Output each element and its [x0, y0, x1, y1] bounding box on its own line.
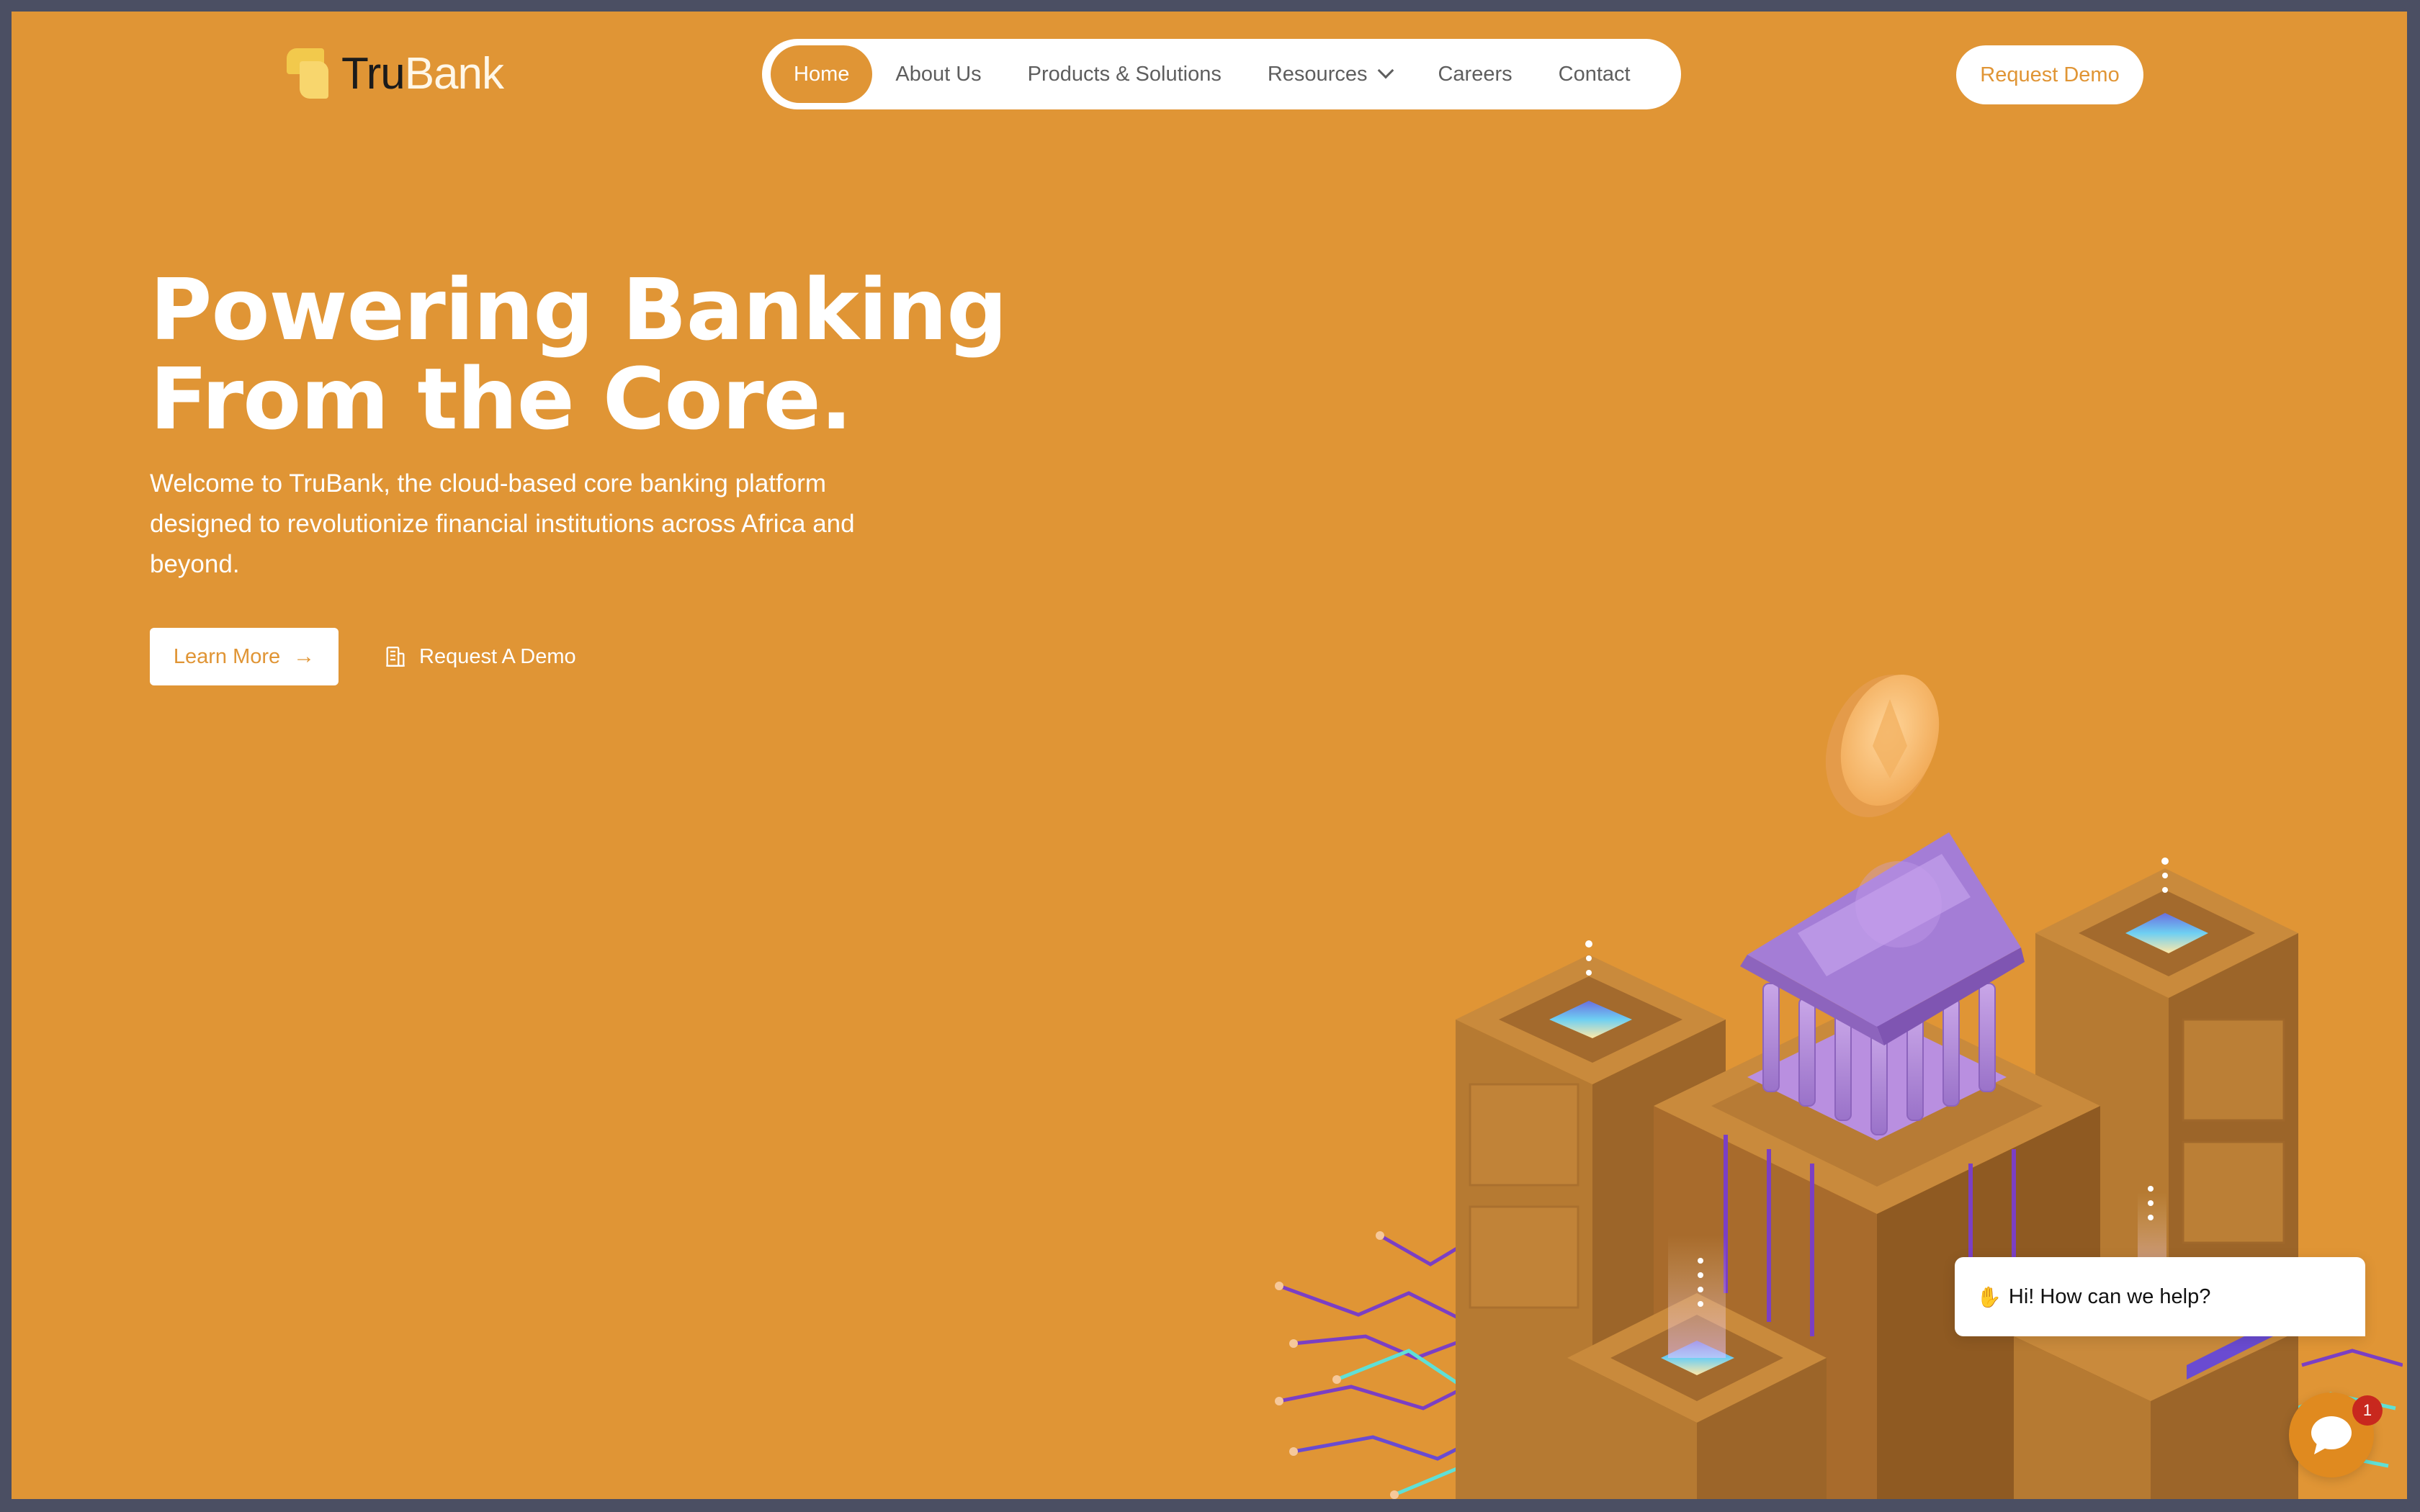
logo-text: TruBank: [341, 48, 504, 99]
nav-home[interactable]: Home: [771, 45, 873, 103]
chevron-down-icon: [1378, 62, 1394, 79]
nav-contact[interactable]: Contact: [1536, 45, 1654, 103]
logo-mark-icon: [287, 48, 334, 99]
chat-unread-badge: 1: [2352, 1395, 2383, 1426]
request-a-demo-link[interactable]: Request A Demo: [383, 628, 576, 685]
nav-products-solutions[interactable]: Products & Solutions: [1005, 45, 1245, 103]
nav-resources-label: Resources: [1267, 62, 1368, 86]
logo-text-tru: Tru: [341, 48, 405, 99]
learn-more-button[interactable]: Learn More →: [150, 628, 339, 685]
hero-subtitle: Welcome to TruBank, the cloud-based core…: [150, 469, 855, 578]
nav-about-us[interactable]: About Us: [872, 45, 1004, 103]
main-nav: Home About Us Products & Solutions Resou…: [762, 39, 1681, 109]
chat-greeting-bubble[interactable]: ✋ Hi! How can we help?: [1955, 1257, 2365, 1336]
arrow-right-icon: →: [293, 644, 315, 668]
chat-icon: [2311, 1416, 2352, 1454]
request-a-demo-label: Request A Demo: [419, 644, 576, 668]
hero-title-line2: From the Core.: [150, 349, 853, 449]
building-icon: [386, 647, 405, 667]
nav-careers[interactable]: Careers: [1415, 45, 1535, 103]
logo[interactable]: TruBank: [287, 37, 504, 109]
hero-title: Powering Banking From the Core.: [150, 260, 1008, 449]
chat-greeting-text: Hi! How can we help?: [2008, 1284, 2211, 1308]
nav-resources[interactable]: Resources: [1245, 45, 1415, 103]
logo-text-bank: Bank: [404, 48, 504, 99]
page-frame: TruBank Home About Us Products & Solutio…: [12, 12, 2407, 1499]
hero-title-line1: Powering Banking: [150, 260, 1008, 359]
hero-illustration: [1275, 674, 2403, 1499]
request-demo-button[interactable]: Request Demo: [1956, 45, 2143, 104]
learn-more-label: Learn More: [173, 644, 281, 668]
wave-hand-icon: ✋: [1976, 1285, 2002, 1308]
